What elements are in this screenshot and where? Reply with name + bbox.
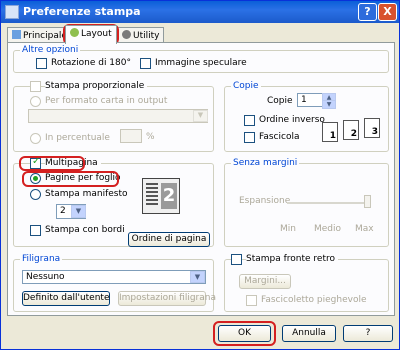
- printer-icon: [5, 5, 19, 19]
- stampa-con-bordi-checkbox[interactable]: [30, 225, 41, 236]
- impostazioni-filigrana-button[interactable]: Impostazioni filigrana: [118, 291, 216, 306]
- espansione-label: Espansione: [239, 196, 291, 206]
- stampa-manifesto-label: Stampa manifesto: [45, 189, 128, 199]
- ordine-di-pagina-button[interactable]: Ordine di pagina: [128, 232, 210, 247]
- pagine-per-foglio-highlight: [22, 171, 119, 187]
- stampa-proporzionale-label: Stampa proporzionale: [45, 81, 148, 91]
- tab-layout[interactable]: Layout: [65, 25, 117, 44]
- collate-page-2-icon: 2: [343, 120, 359, 140]
- percent-input[interactable]: [120, 129, 142, 143]
- tab-principale-label: Principale: [23, 31, 67, 41]
- utility-icon: [122, 30, 131, 39]
- copie-spin-down-icon[interactable]: ▼: [322, 100, 336, 109]
- filigrana-dropdown-icon[interactable]: ▼: [190, 271, 205, 283]
- ordine-inverso-label: Ordine inverso: [259, 115, 325, 125]
- fascicola-checkbox[interactable]: [244, 132, 255, 143]
- definito-utente-button[interactable]: Definito dall'utente: [22, 291, 110, 306]
- fascicola-label: Fascicola: [259, 132, 300, 142]
- tab-layout-label: Layout: [81, 29, 112, 39]
- copie-group: Copie Copie 1 ▲ ▼ Ordine inverso Fascico…: [224, 81, 389, 152]
- multipagina-highlight: [19, 156, 85, 171]
- title-bar: Preferenze stampa ? X: [1, 1, 399, 23]
- immagine-speculare-checkbox[interactable]: [140, 58, 151, 69]
- fronte-retro-checkbox[interactable]: [231, 254, 242, 265]
- close-button[interactable]: X: [378, 3, 397, 21]
- stampa-proporzionale-checkbox[interactable]: [30, 81, 41, 92]
- fascicoletto-label: Fascicoletto pieghevole: [261, 295, 367, 305]
- pages-dropdown-icon[interactable]: ▼: [71, 205, 86, 218]
- max-label: Max: [355, 224, 374, 234]
- annulla-button[interactable]: Annulla: [282, 325, 336, 342]
- per-formato-label: Per formato carta in output: [45, 96, 168, 106]
- in-percentuale-label: In percentuale: [45, 133, 110, 143]
- stampa-manifesto-radio[interactable]: [30, 189, 41, 200]
- altre-opzioni-group: Altre opzioni Rotazione di 180° Immagine…: [13, 45, 389, 73]
- multipage-preview-icon: 2: [142, 178, 180, 214]
- filigrana-title: Filigrana: [20, 254, 63, 264]
- altre-opzioni-title: Altre opzioni: [20, 45, 81, 55]
- senza-margini-group: Senza margini Espansione Min Medio Max: [224, 158, 389, 247]
- tab-utility[interactable]: Utility: [117, 27, 165, 43]
- ok-button-highlight: [213, 321, 276, 346]
- help-title-button[interactable]: ?: [358, 3, 377, 21]
- layout-icon: [70, 28, 79, 37]
- formato-select[interactable]: [28, 109, 208, 123]
- espansione-slider-track[interactable]: [287, 202, 369, 204]
- copie-label: Copie: [267, 96, 293, 106]
- formato-dropdown-icon[interactable]: ▼: [193, 110, 208, 122]
- dialog-window: Preferenze stampa ? X Principale Layout …: [0, 0, 400, 350]
- senza-margini-title: Senza margini: [231, 158, 300, 168]
- help-button[interactable]: ?: [343, 325, 393, 342]
- window-title: Preferenze stampa: [23, 5, 141, 18]
- rotazione-checkbox[interactable]: [36, 58, 47, 69]
- fronte-retro-label: Stampa fronte retro: [246, 254, 338, 264]
- filigrana-group: Filigrana Nessuno ▼ Definito dall'utente…: [13, 254, 216, 312]
- collate-page-1-icon: 1: [322, 122, 338, 142]
- fascicoletto-checkbox[interactable]: [246, 295, 257, 306]
- layout-panel: Altre opzioni Rotazione di 180° Immagine…: [7, 42, 395, 316]
- fronte-retro-group: Stampa fronte retro Margini... Fascicole…: [224, 254, 389, 312]
- collate-page-3-icon: 3: [364, 118, 380, 138]
- stampa-con-bordi-label: Stampa con bordi: [45, 225, 125, 235]
- stampa-proporzionale-group: Stampa proporzionale Per formato carta i…: [13, 81, 214, 152]
- immagine-speculare-label: Immagine speculare: [155, 58, 247, 68]
- medio-label: Medio: [314, 224, 342, 234]
- espansione-slider-thumb[interactable]: [364, 195, 371, 208]
- filigrana-select[interactable]: Nessuno: [22, 270, 206, 284]
- margini-button[interactable]: Margini...: [239, 274, 291, 289]
- ordine-inverso-checkbox[interactable]: [244, 115, 255, 126]
- percent-unit: %: [146, 132, 155, 142]
- preview-page-number: 2: [161, 183, 177, 209]
- in-percentuale-radio[interactable]: [30, 133, 41, 144]
- principale-icon: [12, 30, 21, 39]
- rotazione-label: Rotazione di 180°: [51, 58, 131, 68]
- min-label: Min: [280, 224, 296, 234]
- copie-title: Copie: [231, 81, 261, 91]
- per-formato-radio[interactable]: [30, 96, 41, 107]
- tab-utility-label: Utility: [133, 31, 160, 41]
